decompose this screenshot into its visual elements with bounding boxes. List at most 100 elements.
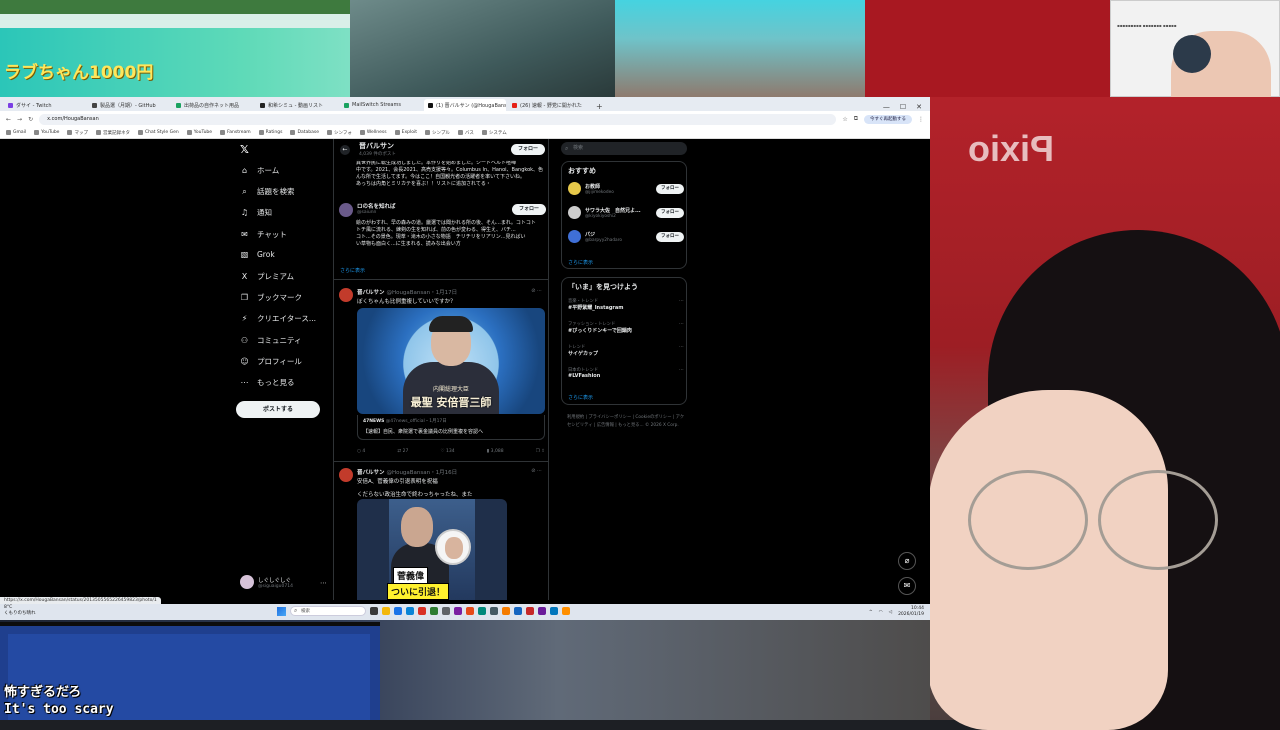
bookmark-item[interactable]: Database: [290, 130, 319, 135]
quoted-post[interactable]: 47NEWS @47news_official・1月17日 【速報】自民、衆院選…: [357, 415, 545, 440]
taskbar-app-icon[interactable]: [382, 607, 390, 615]
url-field[interactable]: x.com/HougaBansan: [39, 113, 837, 125]
taskbar-app-icon[interactable]: [478, 607, 486, 615]
tweet-image[interactable]: 菅義偉 ついに引退！: [357, 499, 507, 600]
nav-item[interactable]: ⚡ クリエイタース...: [240, 313, 316, 324]
account-menu-icon[interactable]: ⋯: [320, 579, 327, 587]
nav-item[interactable]: X プレミアム: [240, 271, 294, 282]
wifi-icon[interactable]: ◠: [879, 610, 883, 615]
browser-tab[interactable]: 製品選（月期）- GitHub: [88, 99, 170, 111]
extensions-icon[interactable]: ⧉: [854, 115, 858, 123]
show-more-link[interactable]: さらに表示: [568, 259, 593, 266]
browser-tab[interactable]: 出荷品の自作ネット用品: [172, 99, 254, 111]
nav-item[interactable]: ✉ チャット: [240, 229, 287, 240]
show-more-link[interactable]: さらに表示: [340, 267, 365, 274]
nav-item[interactable]: ⌂ ホーム: [240, 165, 279, 176]
bookmark-item[interactable]: システム: [481, 130, 507, 136]
trend-item[interactable]: 音楽・トレンド #平野紫耀_Instagram ⋯: [568, 298, 684, 311]
trend-item[interactable]: トレンド サイゲカップ ⋯: [568, 344, 684, 357]
maximize-icon[interactable]: ☐: [900, 103, 906, 111]
taskbar-app-icon[interactable]: [550, 607, 558, 615]
tweet-author[interactable]: 晋バルサン @HougaBansan・1月17日: [357, 288, 457, 296]
browser-tab[interactable]: (26) 速報 - 野党に開かれた: [508, 99, 590, 111]
trend-more-icon[interactable]: ⋯: [679, 344, 684, 350]
avatar[interactable]: [339, 203, 353, 217]
bookmark-item[interactable]: バス: [457, 130, 474, 136]
follow-button[interactable]: フォロー: [656, 207, 684, 218]
footer-links[interactable]: 利用規約 | プライバシーポリシー | Cookieのポリシー | アクセシビリ…: [567, 414, 685, 430]
taskbar-app-icon[interactable]: [454, 607, 462, 615]
avatar[interactable]: [339, 288, 353, 302]
search-input[interactable]: ⌕ 検索: [561, 142, 687, 155]
reply-button[interactable]: ○ 4: [357, 449, 365, 454]
volume-icon[interactable]: ◁: [889, 610, 892, 615]
repost-button[interactable]: ⇄ 27: [397, 449, 408, 454]
taskbar-app-icon[interactable]: [538, 607, 546, 615]
bookmark-item[interactable]: 営業記録ネタ: [95, 130, 130, 136]
taskbar-app-icon[interactable]: [418, 607, 426, 615]
bookmark-item[interactable]: YouTube: [34, 130, 59, 135]
taskbar-app-icon[interactable]: [466, 607, 474, 615]
account-switcher[interactable]: しぐしぐしぐ @siguaigu0714: [240, 575, 293, 589]
show-more-link[interactable]: さらに表示: [568, 394, 593, 401]
bookmark-item[interactable]: Wellness: [359, 130, 387, 135]
taskbar-app-icon[interactable]: [370, 607, 378, 615]
nav-item[interactable]: ▧ Grok: [240, 250, 275, 259]
nav-item[interactable]: ❐ ブックマーク: [240, 292, 302, 303]
suggestion-row[interactable]: サワラ大佐 自然兄よ... @kiyokiyoshi2 フォロー: [568, 206, 684, 219]
clock[interactable]: 10:44 2026/01/19: [898, 606, 924, 618]
follow-button[interactable]: フォロー: [656, 231, 684, 242]
taskbar-search[interactable]: ⌕ 検索: [290, 606, 366, 616]
bookmark-item[interactable]: Fanstream: [220, 130, 251, 135]
suggestion-row[interactable]: お教師 @jijimekodeo フォロー: [568, 182, 684, 195]
trend-item[interactable]: ファッション・トレンド #びっくりドンキーで回鍋肉 ⋯: [568, 321, 684, 334]
star-icon[interactable]: ☆: [842, 116, 847, 123]
nav-item[interactable]: ⚇ コミュニティ: [240, 335, 302, 346]
bookmark-item[interactable]: Gmail: [6, 130, 26, 135]
post-button[interactable]: ポストする: [236, 401, 320, 418]
minimize-icon[interactable]: —: [883, 103, 890, 111]
back-icon[interactable]: ←: [6, 116, 11, 123]
bookmark-item[interactable]: シンフォ: [326, 130, 352, 136]
weather-widget[interactable]: 8°C くもりのち晴れ: [4, 605, 36, 617]
back-arrow-icon[interactable]: ←: [340, 145, 350, 155]
suggestion-row[interactable]: パジ @barpyy2hadaro フォロー: [568, 230, 684, 243]
tweet-author[interactable]: 晋バルサン @HougaBansan・1月16日: [357, 468, 457, 476]
nav-item[interactable]: ⌕ 話題を検索: [240, 186, 294, 197]
grok-icon[interactable]: ⌀: [898, 552, 916, 570]
trend-item[interactable]: 日本のトレンド #LVFashion ⋯: [568, 367, 684, 379]
nav-item[interactable]: ♫ 通知: [240, 207, 272, 218]
new-tab-button[interactable]: +: [592, 102, 607, 111]
share-icon[interactable]: ❐ ⇪: [536, 449, 545, 454]
bookmark-item[interactable]: Chat Style Gen: [137, 130, 179, 135]
bookmark-item[interactable]: YouTube: [186, 130, 212, 135]
bookmark-item[interactable]: Exploit: [394, 130, 417, 135]
chevron-up-icon[interactable]: ^: [869, 610, 873, 615]
rec-user-name[interactable]: ロの名を知れば: [357, 202, 396, 210]
taskbar-app-icon[interactable]: [490, 607, 498, 615]
avatar[interactable]: [339, 468, 353, 482]
follow-button[interactable]: フォロー: [512, 204, 547, 215]
taskbar-app-icon[interactable]: [502, 607, 510, 615]
taskbar-app-icon[interactable]: [394, 607, 402, 615]
messages-icon[interactable]: ✉: [898, 577, 916, 595]
tweet-more-icon[interactable]: ⊘ ⋯: [531, 288, 542, 294]
taskbar-app-icon[interactable]: [514, 607, 522, 615]
browser-tab[interactable]: ダサイ - Twitch: [4, 99, 86, 111]
browser-tab[interactable]: 和希シミュ - 動画リスト: [256, 99, 338, 111]
bookmark-item[interactable]: Ratings: [258, 130, 282, 135]
taskbar-app-icon[interactable]: [562, 607, 570, 615]
trend-more-icon[interactable]: ⋯: [679, 298, 684, 304]
views-button[interactable]: ▮ 3,088: [487, 449, 504, 454]
forward-icon[interactable]: →: [17, 116, 22, 123]
bookmark-item[interactable]: マップ: [67, 130, 88, 136]
taskbar-app-icon[interactable]: [430, 607, 438, 615]
browser-tab[interactable]: (1) 晋バルサン (@HougaBansan): [424, 99, 506, 111]
follow-button[interactable]: フォロー: [511, 144, 546, 155]
x-logo-icon[interactable]: 𝕏: [240, 143, 249, 156]
relaunch-button[interactable]: 今すぐ再起動する: [864, 114, 912, 124]
taskbar-app-icon[interactable]: [526, 607, 534, 615]
nav-item[interactable]: ☺ プロフィール: [240, 356, 302, 367]
start-icon[interactable]: [277, 606, 286, 616]
like-button[interactable]: ♡ 134: [441, 449, 455, 454]
